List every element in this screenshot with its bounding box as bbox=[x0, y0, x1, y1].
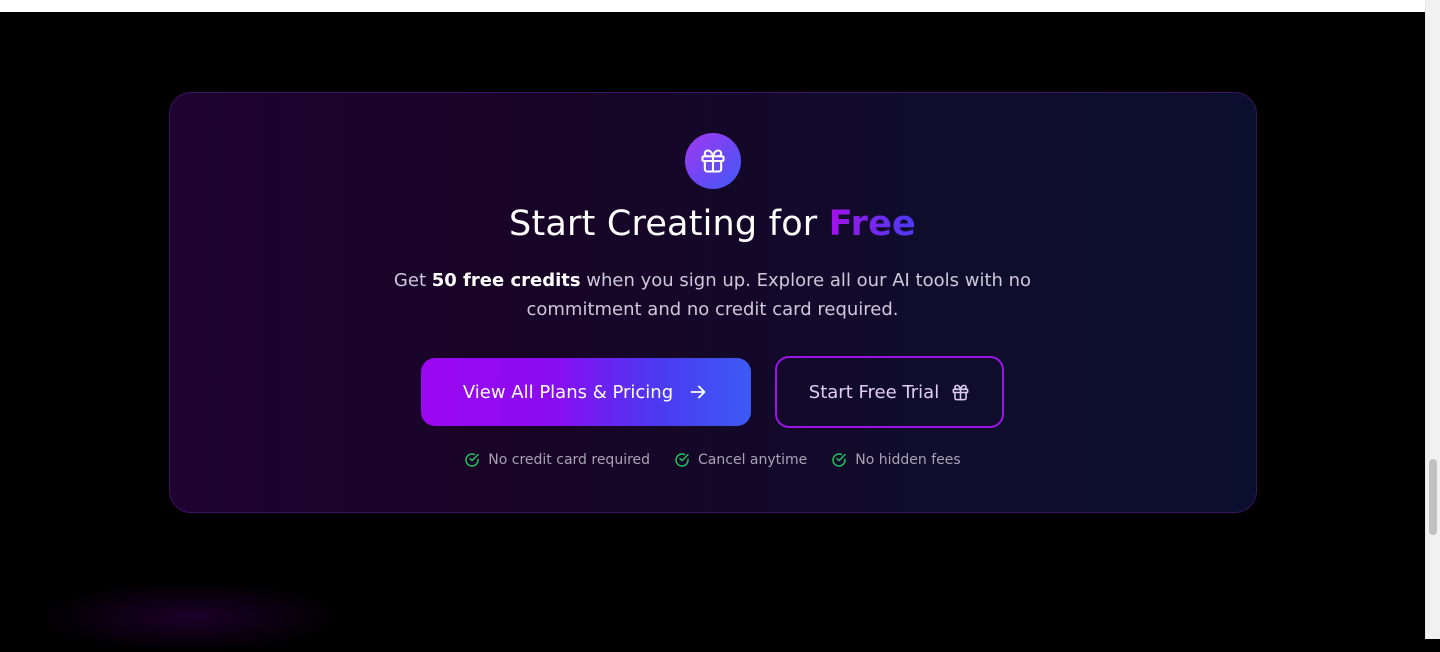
feature-label: No hidden fees bbox=[855, 452, 961, 468]
start-trial-button[interactable]: Start Free Trial bbox=[775, 356, 1004, 428]
feature-item: No credit card required bbox=[464, 452, 650, 468]
title-main: Start Creating for bbox=[509, 204, 829, 244]
subtitle-suffix: when you sign up. Explore all our AI too… bbox=[526, 270, 1032, 320]
check-circle-icon bbox=[464, 452, 480, 468]
gift-icon bbox=[699, 147, 727, 175]
top-white-strip bbox=[0, 0, 1425, 12]
scrollbar-track[interactable] bbox=[1425, 0, 1440, 639]
arrow-right-icon bbox=[687, 381, 709, 403]
scrollbar-thumb[interactable] bbox=[1429, 459, 1437, 535]
view-plans-button[interactable]: View All Plans & Pricing bbox=[421, 358, 751, 426]
page-title: Start Creating for Free bbox=[0, 204, 1425, 244]
background-glow bbox=[40, 582, 340, 652]
subtitle: Get 50 free credits when you sign up. Ex… bbox=[380, 266, 1045, 324]
view-plans-label: View All Plans & Pricing bbox=[462, 381, 674, 403]
gift-icon bbox=[951, 383, 970, 402]
feature-list: No credit card required Cancel anytime N… bbox=[0, 452, 1425, 468]
feature-item: Cancel anytime bbox=[674, 452, 807, 468]
check-circle-icon bbox=[831, 452, 847, 468]
subtitle-prefix: Get bbox=[393, 270, 432, 291]
check-circle-icon bbox=[674, 452, 690, 468]
gift-badge bbox=[685, 133, 741, 189]
subtitle-bold: 50 free credits bbox=[431, 270, 581, 291]
feature-label: No credit card required bbox=[488, 452, 651, 468]
feature-item: No hidden fees bbox=[831, 452, 961, 468]
feature-label: Cancel anytime bbox=[698, 452, 808, 468]
title-accent: Free bbox=[828, 204, 916, 244]
start-trial-label: Start Free Trial bbox=[808, 381, 940, 403]
